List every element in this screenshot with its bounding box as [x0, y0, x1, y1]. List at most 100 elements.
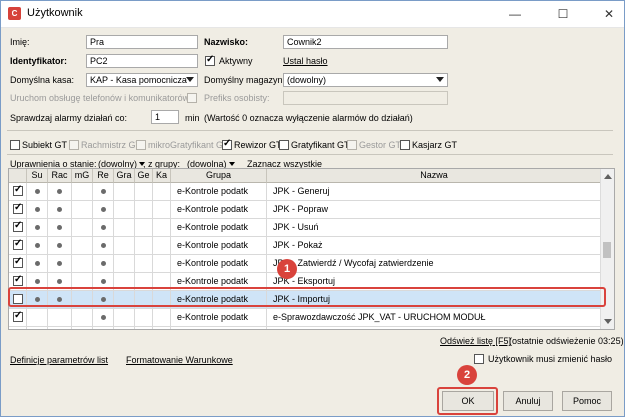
permission-cell[interactable] — [135, 183, 153, 200]
grid-header-su[interactable]: Su — [27, 169, 48, 183]
permission-cell[interactable] — [114, 219, 135, 236]
cancel-button[interactable]: Anuluj — [503, 391, 553, 411]
identifier-input[interactable]: PC2 — [86, 54, 198, 68]
permission-cell[interactable] — [27, 237, 48, 254]
table-row[interactable]: ✓ EwidencjeSchematy importu i dekretacji … — [9, 327, 602, 329]
scroll-up-icon[interactable] — [604, 174, 612, 179]
help-button[interactable]: Pomoc — [562, 391, 612, 411]
table-row[interactable]: ✓ e-Kontrole podatk JPK - Popraw — [9, 201, 602, 219]
permission-cell[interactable] — [48, 237, 72, 254]
row-checkbox[interactable]: ✓ — [13, 238, 23, 250]
permission-cell[interactable] — [72, 237, 93, 254]
grid-header-grupa[interactable]: Grupa — [171, 169, 267, 183]
table-row[interactable]: ✓ e-Kontrole podatk JPK - Generuj — [9, 183, 602, 201]
row-checkbox[interactable]: ✓ — [13, 310, 23, 322]
role-rewizor-checkbox[interactable]: ✓ — [222, 138, 232, 150]
grid-header-checkbox[interactable] — [9, 169, 27, 183]
role-subiekt-checkbox[interactable] — [10, 140, 20, 150]
refresh-list-link[interactable]: Odśwież listę [F5] — [440, 336, 511, 346]
row-checkbox[interactable]: ✓ — [13, 202, 23, 214]
first-name-input[interactable]: Pra — [86, 35, 198, 49]
role-gestor-checkbox[interactable] — [347, 140, 357, 150]
permission-cell[interactable] — [72, 255, 93, 272]
permission-cell[interactable] — [153, 327, 171, 329]
permission-cell[interactable] — [135, 219, 153, 236]
grid-header-nazwa[interactable]: Nazwa — [267, 169, 602, 183]
active-checkbox[interactable]: ✓ — [205, 54, 215, 66]
last-name-input[interactable]: Cownik2 — [283, 35, 448, 49]
row-checkbox[interactable]: ✓ — [13, 256, 23, 268]
table-row[interactable]: ✓ e-Kontrole podatk JPK - Usuń — [9, 219, 602, 237]
permission-cell[interactable] — [114, 201, 135, 218]
permission-cell[interactable] — [27, 219, 48, 236]
role-mikrogratyfikant-checkbox[interactable] — [136, 140, 146, 150]
table-row[interactable]: ✓ e-Kontrole podatk e-Sprawozdawczość JPK_… — [9, 309, 602, 327]
role-kasjarz-checkbox[interactable] — [400, 140, 410, 150]
must-change-password-checkbox[interactable] — [474, 354, 484, 364]
permission-cell[interactable] — [72, 201, 93, 218]
permission-cell[interactable] — [48, 201, 72, 218]
permission-cell[interactable] — [48, 309, 72, 326]
permission-cell[interactable] — [153, 237, 171, 254]
permission-cell[interactable] — [153, 183, 171, 200]
list-parameters-link[interactable]: Definicje parametrów list — [10, 355, 108, 365]
role-rachmistrz-checkbox[interactable] — [69, 140, 79, 150]
grid-header-ge[interactable]: Ge — [135, 169, 153, 183]
permission-cell[interactable] — [153, 309, 171, 326]
row-checkbox[interactable]: ✓ — [13, 184, 23, 196]
prefix-input[interactable] — [283, 91, 448, 105]
permission-cell[interactable] — [135, 201, 153, 218]
permission-cell[interactable] — [135, 309, 153, 326]
minimize-button[interactable]: — — [498, 3, 532, 25]
permission-cell[interactable] — [27, 255, 48, 272]
permission-cell[interactable] — [27, 183, 48, 200]
permission-cell[interactable] — [114, 237, 135, 254]
grid-header-rac[interactable]: Rac — [48, 169, 72, 183]
permission-cell[interactable] — [48, 183, 72, 200]
role-gratyfikant-checkbox[interactable] — [279, 140, 289, 150]
conditional-formatting-link[interactable]: Formatowanie Warunkowe — [126, 355, 233, 365]
set-password-link[interactable]: Ustal hasło — [283, 56, 328, 66]
permission-cell[interactable] — [72, 309, 93, 326]
grid-header-re[interactable]: Re — [93, 169, 114, 183]
permission-cell[interactable] — [93, 309, 114, 326]
permission-cell[interactable] — [27, 327, 48, 329]
permission-cell[interactable] — [153, 219, 171, 236]
table-row[interactable]: ✓ e-Kontrole podatk JPK - Pokaż — [9, 237, 602, 255]
permission-cell[interactable] — [27, 309, 48, 326]
default-cash-select[interactable]: KAP - Kasa pomocnicza — [86, 73, 198, 87]
default-warehouse-select[interactable]: (dowolny) — [283, 73, 448, 87]
grid-header-mg[interactable]: mG — [72, 169, 93, 183]
permission-cell[interactable] — [93, 255, 114, 272]
table-row[interactable]: ✓ e-Kontrole podatk JPK - Zatwierdź / Wyco… — [9, 255, 602, 273]
permission-cell[interactable] — [93, 327, 114, 329]
permission-cell[interactable] — [135, 255, 153, 272]
permission-cell[interactable] — [153, 255, 171, 272]
permission-cell[interactable] — [93, 219, 114, 236]
row-checkbox[interactable]: ✓ — [13, 274, 23, 286]
permission-cell[interactable] — [48, 255, 72, 272]
permission-cell[interactable] — [135, 237, 153, 254]
permission-cell[interactable] — [93, 183, 114, 200]
row-checkbox[interactable]: ✓ — [13, 220, 23, 232]
maximize-button[interactable]: ☐ — [546, 3, 580, 25]
permission-cell[interactable] — [48, 327, 72, 329]
permission-cell[interactable] — [72, 219, 93, 236]
permission-cell[interactable] — [72, 183, 93, 200]
grid-header-ka[interactable]: Ka — [153, 169, 171, 183]
permission-cell[interactable] — [135, 327, 153, 329]
phone-service-checkbox[interactable] — [187, 93, 197, 103]
alarm-interval-input[interactable]: 1 — [151, 110, 179, 124]
scroll-thumb[interactable] — [603, 242, 611, 258]
close-button[interactable]: ✕ — [592, 3, 626, 25]
permission-cell[interactable] — [153, 201, 171, 218]
permission-cell[interactable] — [114, 309, 135, 326]
permission-cell[interactable] — [93, 237, 114, 254]
permission-cell[interactable] — [72, 327, 93, 329]
permission-cell[interactable] — [48, 219, 72, 236]
scroll-down-icon[interactable] — [604, 319, 612, 324]
permission-cell[interactable] — [93, 201, 114, 218]
permission-cell[interactable] — [114, 255, 135, 272]
permission-cell[interactable] — [27, 201, 48, 218]
permission-cell[interactable] — [114, 183, 135, 200]
